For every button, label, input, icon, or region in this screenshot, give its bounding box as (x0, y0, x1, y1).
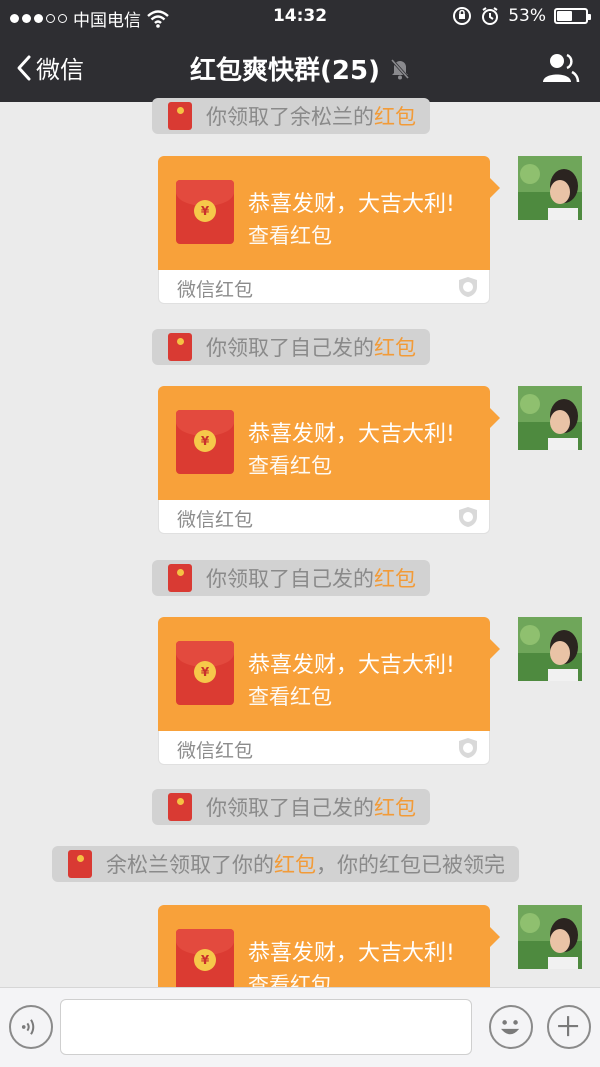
voice-input-icon[interactable] (9, 1005, 53, 1049)
group-members-icon[interactable] (540, 52, 580, 84)
rotation-lock-icon (453, 7, 472, 25)
avatar[interactable] (518, 617, 582, 681)
red-packet-body: ¥ 恭喜发财，大吉大利! 查看红包 (158, 156, 490, 270)
red-envelope-icon: ¥ (176, 410, 234, 474)
bubble-arrow (490, 408, 500, 428)
coin-icon: ¥ (194, 430, 216, 452)
group-name: 红包爽快群(25) (190, 56, 380, 86)
system-message-prefix: 余松兰领取了你的 (106, 853, 274, 877)
system-message-prefix: 你领取了自己发的 (206, 796, 374, 820)
red-packet-icon (168, 564, 192, 592)
red-packet-icon (168, 333, 192, 361)
red-packet-link[interactable]: 红包 (374, 567, 416, 591)
system-message-suffix: ，你的红包已被领完 (316, 853, 505, 877)
red-packet-action: 查看红包 (248, 224, 332, 248)
red-packet-card[interactable]: ¥ 恭喜发财，大吉大利! 查看红包 微信红包 (158, 156, 500, 304)
system-message: 余松兰领取了你的红包，你的红包已被领完 (52, 846, 519, 882)
chat-title: 红包爽快群(25) (0, 50, 600, 87)
red-packet-card[interactable]: ¥ 恭喜发财，大吉大利! 查看红包 微信红包 (158, 617, 500, 765)
avatar[interactable] (518, 905, 582, 969)
wechat-pay-shield-icon (459, 738, 477, 758)
top-bar: 中国电信 14:32 53% 微信 红包爽快群(25) (0, 0, 600, 102)
emoji-icon[interactable] (489, 1005, 533, 1049)
red-packet-footer: 微信红包 (158, 270, 490, 304)
red-packet-action: 查看红包 (248, 454, 332, 478)
system-message-prefix: 你领取了自己发的 (206, 567, 374, 591)
system-message: 你领取了自己发的红包 (152, 329, 430, 365)
battery-fill (557, 11, 572, 21)
battery-icon (554, 8, 591, 24)
mute-bell-icon (390, 58, 410, 79)
red-packet-message: 恭喜发财，大吉大利! (248, 422, 455, 447)
system-message: 你领取了余松兰的红包 (152, 98, 430, 134)
bubble-arrow (490, 927, 500, 947)
status-bar: 中国电信 14:32 53% (0, 0, 600, 34)
system-message: 你领取了自己发的红包 (152, 789, 430, 825)
coin-icon: ¥ (194, 949, 216, 971)
red-packet-link[interactable]: 红包 (374, 336, 416, 360)
message-input[interactable] (60, 999, 472, 1055)
red-envelope-icon: ¥ (176, 180, 234, 244)
system-message-prefix: 你领取了余松兰的 (206, 105, 374, 129)
red-packet-body: ¥ 恭喜发财，大吉大利! 查看红包 (158, 617, 490, 731)
system-message-text: 你领取了自己发的红包 (206, 332, 416, 362)
wechat-pay-shield-icon (459, 277, 477, 297)
coin-icon: ¥ (194, 200, 216, 222)
red-packet-icon (68, 850, 92, 878)
red-envelope-icon: ¥ (176, 641, 234, 705)
avatar[interactable] (518, 156, 582, 220)
plus-icon[interactable] (547, 1005, 591, 1049)
red-packet-message: 恭喜发财，大吉大利! (248, 653, 455, 678)
red-packet-icon (168, 793, 192, 821)
red-packet-footer-label: 微信红包 (177, 740, 254, 762)
red-envelope-icon: ¥ (176, 929, 234, 993)
system-message-text: 你领取了自己发的红包 (206, 792, 416, 822)
red-packet-body: ¥ 恭喜发财，大吉大利! 查看红包 (158, 386, 490, 500)
red-packet-footer: 微信红包 (158, 500, 490, 534)
nav-bar: 微信 红包爽快群(25) (0, 34, 600, 102)
avatar[interactable] (518, 386, 582, 450)
coin-icon: ¥ (194, 661, 216, 683)
system-message: 你领取了自己发的红包 (152, 560, 430, 596)
alarm-icon (482, 7, 499, 25)
red-packet-footer: 微信红包 (158, 731, 490, 765)
bubble-arrow (490, 639, 500, 659)
red-packet-footer-label: 微信红包 (177, 509, 254, 531)
red-packet-message: 恭喜发财，大吉大利! (248, 192, 455, 217)
red-packet-link[interactable]: 红包 (374, 796, 416, 820)
red-packet-message: 恭喜发财，大吉大利! (248, 941, 455, 966)
bubble-arrow (490, 178, 500, 198)
red-packet-link[interactable]: 红包 (274, 853, 316, 877)
battery-percent: 53% (508, 6, 546, 26)
system-message-text: 你领取了余松兰的红包 (206, 101, 416, 131)
red-packet-footer-label: 微信红包 (177, 279, 254, 301)
system-message-text: 余松兰领取了你的红包，你的红包已被领完 (106, 849, 505, 879)
red-packet-action: 查看红包 (248, 685, 332, 709)
input-bar (0, 987, 600, 1067)
wechat-pay-shield-icon (459, 507, 477, 527)
status-right: 53% (452, 6, 591, 26)
red-packet-icon (168, 102, 192, 130)
system-message-prefix: 你领取了自己发的 (206, 336, 374, 360)
system-message-text: 你领取了自己发的红包 (206, 563, 416, 593)
red-packet-link[interactable]: 红包 (374, 105, 416, 129)
red-packet-card[interactable]: ¥ 恭喜发财，大吉大利! 查看红包 微信红包 (158, 386, 500, 534)
